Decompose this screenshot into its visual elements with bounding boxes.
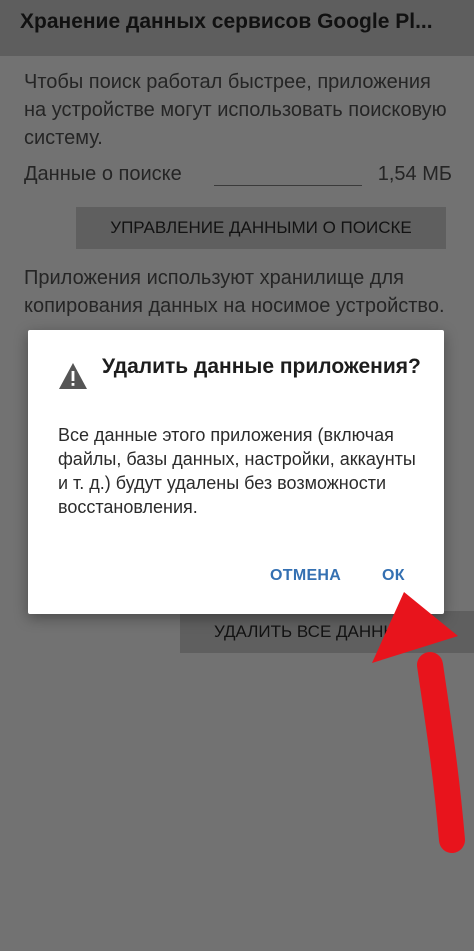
app-bar-title: Хранение данных сервисов Google Pl... (20, 10, 433, 33)
search-data-row: Данные о поиске 1,54 МБ (24, 163, 452, 191)
wear-description: Приложения используют хранилище для копи… (24, 267, 445, 317)
dialog-message: Все данные этого приложения (включая фай… (58, 425, 416, 517)
search-data-label: Данные о поиске (24, 163, 182, 185)
cancel-button[interactable]: ОТМЕНА (270, 567, 341, 585)
search-data-value: 1,54 МБ (377, 163, 452, 185)
delete-all-data-button[interactable]: УДАЛИТЬ ВСЕ ДАННЫЕ (180, 611, 474, 653)
search-description: Чтобы поиск работал быстрее, приложения … (24, 71, 447, 149)
dialog-title: Удалить данные приложения? (102, 355, 421, 378)
warning-icon (59, 363, 87, 389)
clear-data-dialog: Удалить данные приложения? Все данные эт… (28, 330, 444, 614)
manage-search-data-button[interactable]: УПРАВЛЕНИЕ ДАННЫМИ О ПОИСКЕ (76, 207, 446, 249)
leader-line (214, 185, 362, 186)
ok-button[interactable]: ОК (382, 567, 405, 585)
app-bar: Хранение данных сервисов Google Pl... (0, 0, 474, 56)
